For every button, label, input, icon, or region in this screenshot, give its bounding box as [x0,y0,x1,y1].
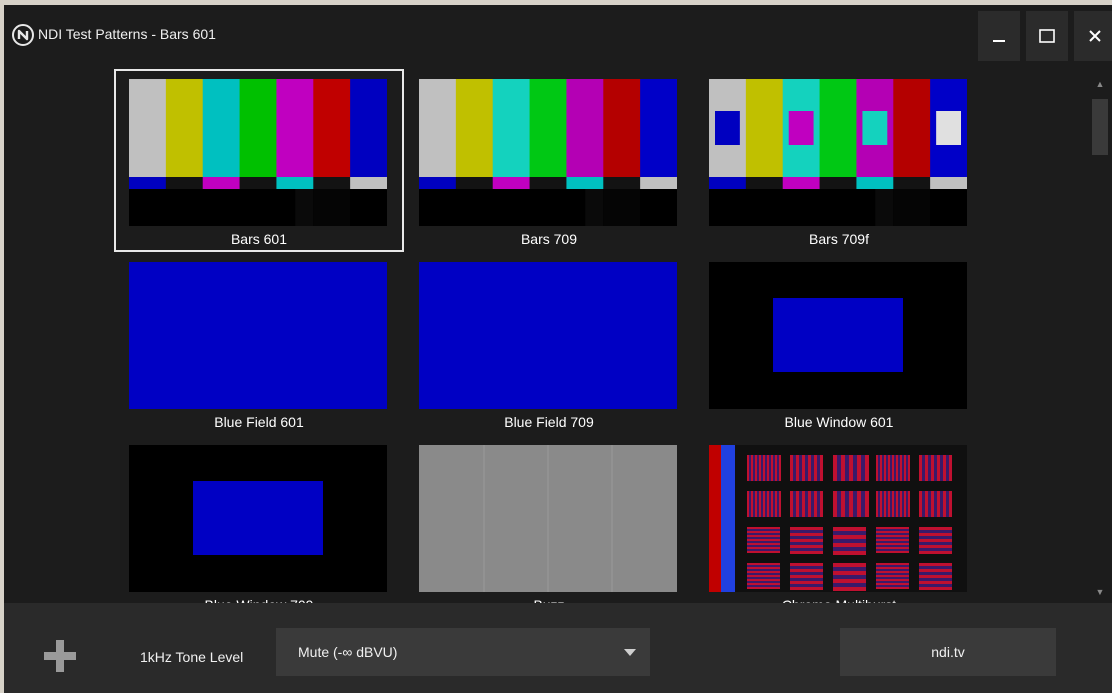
pattern-thumbnail [129,79,387,226]
pattern-thumbnail [419,445,677,592]
pattern-thumbnail [709,79,967,226]
pattern-tile[interactable]: Blue Field 601 [114,252,404,435]
ndi-logo-icon [12,24,34,46]
pattern-tile[interactable]: Bars 601 [114,69,404,252]
close-button[interactable] [1074,11,1112,61]
maximize-button[interactable] [1026,11,1068,61]
pattern-thumbnail [419,262,677,409]
vertical-scrollbar[interactable]: ▲ ▼ [1090,73,1110,603]
chevron-down-icon [624,649,636,656]
pattern-label: Blue Window 709 [114,592,404,603]
pattern-label: Bars 601 [230,231,288,247]
ndi-link-button[interactable]: ndi.tv [840,628,1056,676]
maximize-icon [1039,29,1055,43]
pattern-label: Chroma Multiburst [694,592,984,603]
footer-bar: 1kHz Tone Level Mute (-∞ dBVU) ndi.tv [4,603,1112,693]
tone-level-value: Mute (-∞ dBVU) [298,644,398,660]
pattern-thumbnail [709,262,967,409]
tone-level-label: 1kHz Tone Level [140,649,244,665]
pattern-grid: Bars 601 Bars 709 Bars 709f Blue Field 6… [4,67,1088,603]
close-icon [1089,30,1101,42]
pattern-label: Buzz [404,592,694,603]
tone-level-dropdown[interactable]: Mute (-∞ dBVU) [276,628,650,676]
scroll-up-arrow-icon[interactable]: ▲ [1090,73,1110,95]
pattern-label: Bars 709 [520,231,578,247]
pattern-label: Blue Field 601 [214,414,304,430]
scroll-down-arrow-icon[interactable]: ▼ [1090,581,1110,603]
pattern-tile[interactable]: Blue Field 709 [404,252,694,435]
pattern-tile[interactable]: Bars 709f [694,69,984,252]
title-bar: NDI Test Patterns - Bars 601 [4,5,1112,67]
pattern-tile[interactable]: Bars 709 [404,69,694,252]
app-window: NDI Test Patterns - Bars 601 Bars 601 Ba… [4,5,1112,693]
pattern-thumbnail [129,445,387,592]
scroll-thumb[interactable] [1092,99,1108,155]
pattern-thumbnail [419,79,677,226]
pattern-tile[interactable]: Buzz [404,435,694,603]
plus-icon[interactable] [42,638,78,674]
minimize-button[interactable] [978,11,1020,61]
pattern-tile[interactable]: Blue Window 709 [114,435,404,603]
pattern-thumbnail [129,262,387,409]
pattern-tile[interactable]: Blue Window 601 [694,252,984,435]
pattern-label: Blue Field 709 [504,414,594,430]
pattern-label: Bars 709f [809,231,869,247]
pattern-label: Blue Window 601 [784,414,894,430]
pattern-tile[interactable]: Chroma Multiburst [694,435,984,603]
window-title: NDI Test Patterns - Bars 601 [38,26,216,42]
pattern-thumbnail [709,445,967,592]
minimize-icon [993,40,1005,42]
